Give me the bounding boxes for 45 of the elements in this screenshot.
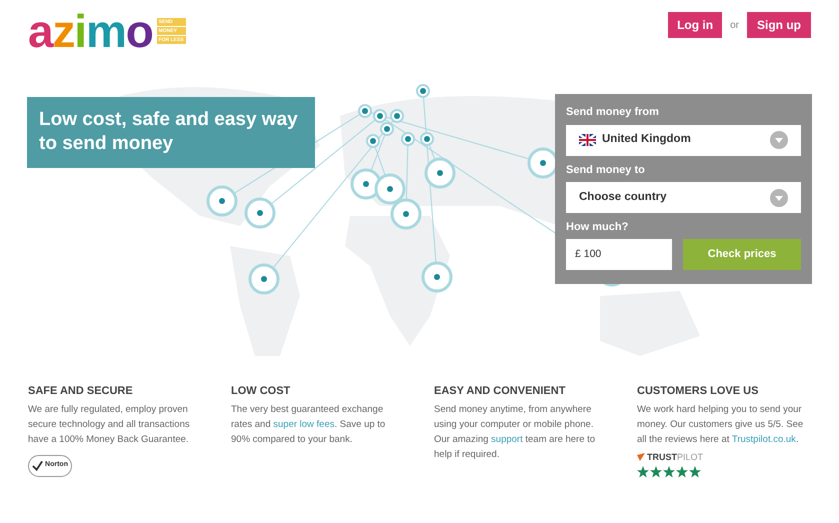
amount-field[interactable]: £ 100 (566, 238, 672, 270)
location-marker (390, 109, 404, 123)
feature-link[interactable]: super low fees (273, 418, 335, 430)
amount-label: How much? (566, 220, 630, 235)
from-country-value: United Kingdom (602, 132, 692, 148)
dropdown-caret-icon (770, 131, 788, 149)
location-marker (366, 134, 380, 148)
location-marker (244, 198, 276, 228)
star-icon (650, 466, 662, 478)
check-prices-button[interactable]: Check prices (683, 238, 801, 270)
feature-text: The very best guaranteed exchange rates and super low fees. Save up to 90% compared to your bank. (231, 402, 386, 446)
star-icon (637, 466, 649, 478)
feature-title: SAFE AND SECURE (28, 384, 134, 399)
feature-title: LOW COST (231, 384, 292, 399)
to-label: Send money to (566, 162, 646, 178)
to-country-value: Choose country (579, 190, 668, 205)
trustpilot-logo-icon (637, 453, 645, 462)
location-marker (373, 109, 387, 123)
login-button[interactable]: Log in (668, 12, 722, 38)
feature-title: EASY AND CONVENIENT (434, 384, 566, 399)
location-marker (420, 132, 434, 146)
from-country-select[interactable]: United Kingdom (566, 124, 801, 156)
feature-link[interactable]: support (491, 434, 523, 444)
feature-text: We work hard helping you to send your money. Our customers give us 5/5. See all the reviews here at Trustpilot.co.uk. (637, 402, 804, 446)
location-marker (401, 132, 415, 146)
feature-text: We are fully regulated, employ proven secure technology and all transactions have a 100% Money Back Guarantee. (28, 402, 191, 446)
from-label: Send money from (566, 105, 660, 120)
signup-button[interactable]: Sign up (747, 12, 811, 38)
feature-text: Send money anytime, from anywhere using your computer or mobile phone. Our amazing support team are here to help if required. (434, 402, 596, 462)
to-country-select[interactable]: Choose country (566, 182, 801, 213)
star-icon (689, 466, 701, 478)
checkmark-icon (32, 460, 44, 472)
uk-flag-icon (579, 134, 596, 146)
or-text: or (730, 18, 739, 32)
feature-title: CUSTOMERS LOVE US (637, 384, 760, 399)
location-marker (380, 122, 394, 136)
dropdown-caret-icon (770, 188, 788, 206)
star-icon (663, 466, 675, 478)
location-marker (422, 262, 452, 292)
headline-banner: Low cost, safe and easy way to send money (27, 97, 315, 168)
feature-link[interactable]: Trustpilot.co.uk (732, 434, 796, 444)
location-marker (416, 84, 430, 98)
star-icon (676, 466, 688, 478)
trustpilot-wordmark: TRUSTPILOT (647, 450, 704, 464)
location-marker (358, 104, 372, 118)
